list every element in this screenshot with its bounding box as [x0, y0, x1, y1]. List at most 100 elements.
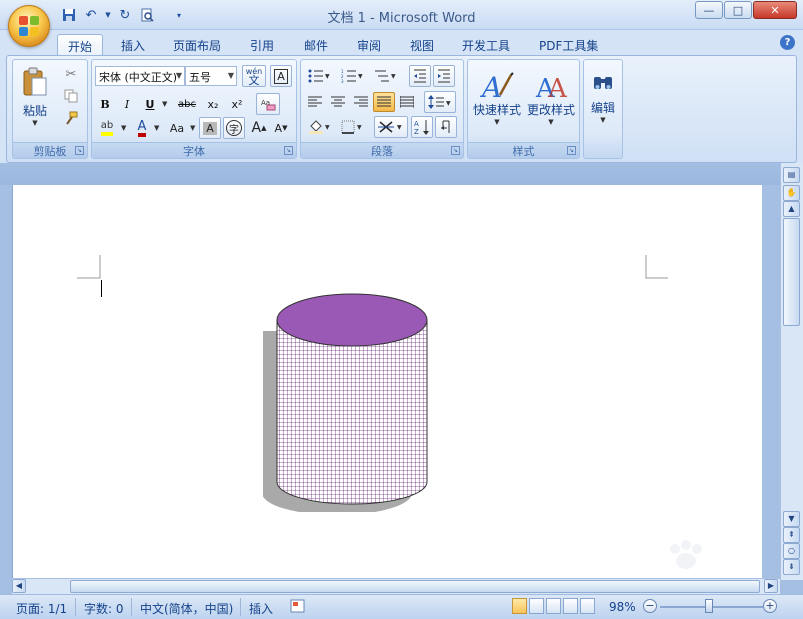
svg-text:▼: ▼: [358, 73, 363, 80]
svg-text:▼: ▼: [357, 124, 362, 131]
character-border-icon: A: [274, 68, 288, 84]
enclose-characters-button[interactable]: 字: [223, 117, 245, 139]
zoom-slider-thumb[interactable]: [705, 599, 713, 613]
minimize-button[interactable]: —: [695, 1, 723, 19]
paragraph-dialog-launcher-icon[interactable]: ↘: [451, 146, 460, 155]
paste-button[interactable]: 粘贴 ▼: [17, 62, 53, 132]
format-painter-button[interactable]: [61, 108, 81, 128]
zoom-out-icon[interactable]: −: [643, 599, 657, 613]
paragraph-mark-icon: [441, 120, 450, 133]
phonetic-guide-button[interactable]: wén 文: [242, 65, 266, 87]
next-page-icon[interactable]: ⇟: [783, 559, 800, 575]
align-right-button[interactable]: [350, 92, 372, 112]
change-case-button[interactable]: Aa: [165, 118, 189, 138]
grow-font-button[interactable]: A ▲: [249, 118, 269, 138]
bullet-list-icon: ▼: [308, 69, 330, 83]
scroll-down-icon[interactable]: ▼: [783, 511, 800, 527]
close-button[interactable]: ✕: [753, 1, 797, 19]
office-button[interactable]: [8, 5, 50, 47]
distributed-button[interactable]: [396, 92, 418, 112]
tab-pdf-tools[interactable]: PDF工具集: [529, 34, 608, 56]
chevron-down-icon[interactable]: ▼: [154, 124, 159, 132]
status-word-count[interactable]: 字数: 0: [84, 600, 124, 617]
tab-developer[interactable]: 开发工具: [452, 34, 520, 56]
tab-home[interactable]: 开始: [57, 34, 104, 56]
chevron-down-icon[interactable]: ▼: [162, 100, 167, 108]
tab-insert[interactable]: 插入: [111, 34, 155, 56]
help-icon[interactable]: ?: [780, 35, 795, 50]
status-language[interactable]: 中文(简体，中国): [140, 600, 233, 617]
decrease-indent-button[interactable]: [409, 65, 431, 87]
font-name-combo[interactable]: 宋体 (中文正文) ▼: [95, 66, 185, 86]
shading-button[interactable]: ▼: [304, 117, 334, 137]
vertical-scrollbar[interactable]: ▤ ✋ ▲ ▼ ⇞ ○ ⇟: [780, 163, 803, 580]
zoom-level[interactable]: 98%: [609, 600, 636, 614]
tab-mailings[interactable]: 邮件: [294, 34, 338, 56]
numbering-button[interactable]: 1 2 3 ▼: [337, 66, 367, 86]
sort-button[interactable]: AZ: [411, 116, 433, 138]
font-size-combo[interactable]: 五号 ▼: [185, 66, 237, 86]
line-spacing-button[interactable]: ▼: [424, 91, 456, 113]
change-styles-button[interactable]: AA 更改样式 ▼: [525, 62, 577, 134]
cut-button[interactable]: ✂: [61, 64, 81, 84]
chinese-layout-button[interactable]: ▼: [374, 116, 408, 138]
bullets-button[interactable]: ▼: [304, 66, 334, 86]
tab-references[interactable]: 引用: [240, 34, 284, 56]
zoom-in-icon[interactable]: +: [763, 599, 777, 613]
copy-button[interactable]: [61, 86, 81, 106]
shrink-font-button[interactable]: A ▼: [271, 118, 291, 138]
pan-hand-icon[interactable]: ✋: [783, 185, 800, 201]
underline-button[interactable]: U: [140, 94, 160, 114]
italic-button[interactable]: I: [117, 94, 137, 114]
editing-button[interactable]: 编辑 ▼: [586, 62, 620, 134]
ruler-toggle-icon[interactable]: ▤: [783, 167, 800, 183]
multilevel-list-button[interactable]: ▼: [370, 66, 400, 86]
quick-styles-button[interactable]: A 快速样式 ▼: [471, 62, 523, 134]
character-border-button[interactable]: A: [270, 65, 292, 87]
scroll-left-icon[interactable]: ◀: [12, 579, 26, 593]
chevron-down-icon[interactable]: ▼: [190, 124, 195, 132]
vertical-scroll-thumb[interactable]: [783, 218, 800, 326]
scroll-up-icon[interactable]: ▲: [783, 201, 800, 217]
clear-formatting-button[interactable]: Aa: [256, 93, 280, 115]
format-painter-icon: [66, 111, 78, 125]
styles-dialog-launcher-icon[interactable]: ↘: [567, 146, 576, 155]
outline-view-icon[interactable]: [563, 598, 578, 614]
text-highlight-button[interactable]: ab: [95, 118, 119, 138]
clipboard-dialog-launcher-icon[interactable]: ↘: [75, 146, 84, 155]
status-insert-mode[interactable]: 插入: [249, 600, 273, 617]
bold-button[interactable]: B: [95, 94, 115, 114]
scissors-icon: ✂: [65, 66, 77, 82]
macro-record-icon[interactable]: [290, 599, 305, 616]
document-page[interactable]: [12, 185, 762, 580]
justify-button[interactable]: [373, 92, 395, 112]
tab-view[interactable]: 视图: [400, 34, 444, 56]
decrease-indent-icon: [414, 69, 426, 83]
font-color-button[interactable]: A: [132, 118, 152, 138]
status-page[interactable]: 页面: 1/1: [16, 600, 67, 617]
subscript-button[interactable]: x₂: [202, 94, 224, 114]
borders-button[interactable]: ▼: [337, 117, 367, 137]
show-hide-marks-button[interactable]: [435, 116, 457, 138]
full-screen-reading-view-icon[interactable]: [529, 598, 544, 614]
maximize-button[interactable]: □: [724, 1, 752, 19]
cylinder-shape[interactable]: [263, 290, 433, 512]
chevron-down-icon[interactable]: ▼: [121, 124, 126, 132]
previous-page-icon[interactable]: ⇞: [783, 527, 800, 543]
superscript-button[interactable]: x²: [226, 94, 248, 114]
align-center-button[interactable]: [327, 92, 349, 112]
margin-marker-top-left: [77, 255, 101, 279]
print-layout-view-icon[interactable]: [512, 598, 527, 614]
strikethrough-button[interactable]: abc: [175, 94, 199, 114]
web-layout-view-icon[interactable]: [546, 598, 561, 614]
select-browse-object-icon[interactable]: ○: [783, 543, 800, 559]
character-shading-button[interactable]: A: [199, 117, 221, 139]
font-dialog-launcher-icon[interactable]: ↘: [284, 146, 293, 155]
draft-view-icon[interactable]: [580, 598, 595, 614]
tab-review[interactable]: 审阅: [347, 34, 391, 56]
tab-page-layout[interactable]: 页面布局: [163, 34, 231, 56]
increase-indent-button[interactable]: [433, 65, 455, 87]
align-left-button[interactable]: [304, 92, 326, 112]
copy-icon: [64, 89, 78, 103]
border-icon: ▼: [341, 120, 362, 134]
